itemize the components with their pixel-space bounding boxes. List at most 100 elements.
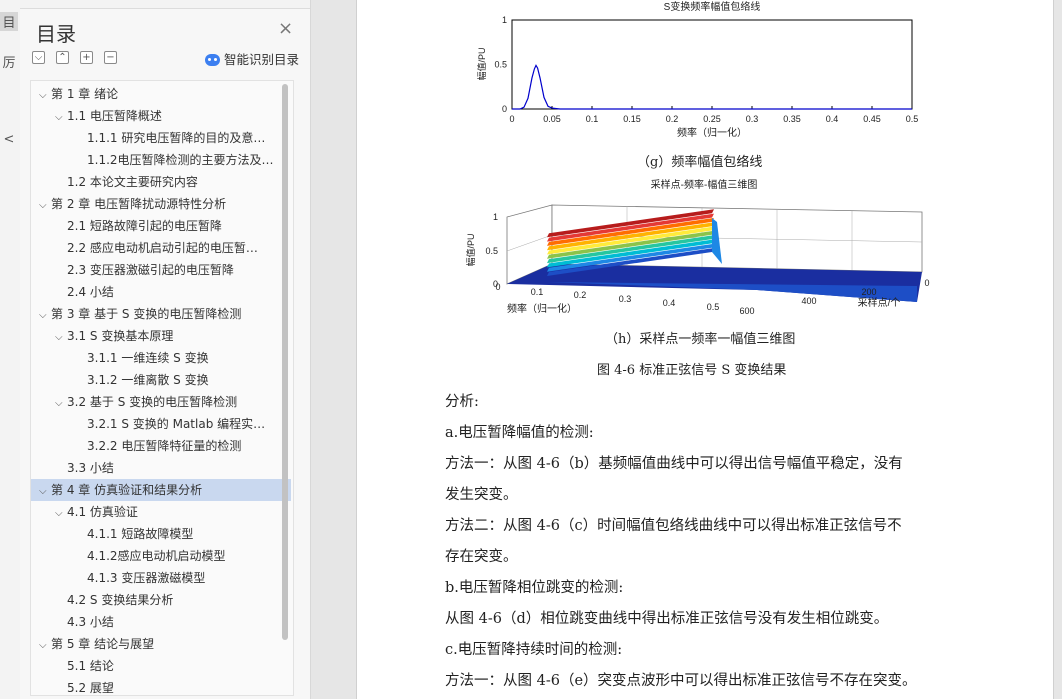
toc-item[interactable]: ⌵ 第 1 章 绪论 (31, 83, 291, 105)
toc-item[interactable]: 4.3 小结 (31, 611, 293, 633)
para-duration: 方法一：从图 4-6（e）突变点波形中可以得出标准正弦信号不存在突变。 (445, 673, 917, 689)
chart-g-xtick-label: 0.35 (783, 114, 801, 124)
chart-h-xtick-label: 0 (495, 282, 500, 292)
ai-robot-icon (205, 54, 220, 66)
chevron-down-icon[interactable]: ⌵ (55, 107, 67, 127)
toc-item-label: 第 3 章 基于 S 变换的电压暂降检测 (51, 307, 242, 321)
chart-h-title: 采样点-频率-幅值三维图 (651, 178, 758, 191)
smart-toc-label: 智能识别目录 (224, 52, 300, 67)
toc-item[interactable]: ⌵ 第 3 章 基于 S 变换的电压暂降检测 (31, 303, 291, 325)
page-gutter (311, 0, 356, 699)
toc-item[interactable]: 4.2 S 变换结果分析 (31, 589, 293, 611)
toc-top-strip (20, 0, 310, 9)
caption-g: （g）频率幅值包络线 (637, 155, 763, 170)
toc-item-label: 3.1.2 一维离散 S 变换 (87, 373, 209, 387)
toc-item[interactable]: ⌵ 3.2 基于 S 变换的电压暂降检测 (31, 391, 293, 413)
chart-g-ylabel: 幅值/PU (476, 47, 487, 80)
chart-g-xtick-label: 0.05 (543, 114, 561, 124)
toc-item[interactable]: ⌵ 第 2 章 电压暂降扰动源特性分析 (31, 193, 291, 215)
frequency-envelope-chart: S变换频率幅值包络线 0 0.05 0.1 0.15 0.2 0.25 0.3 0.35 0.4… (476, 0, 918, 139)
toc-item-label: 4.3 小结 (67, 615, 114, 629)
rail-item-2[interactable]: 厉 (0, 52, 18, 71)
toc-item-label: 4.2 S 变换结果分析 (67, 593, 174, 607)
chart-h-zlabel: 幅值/PU (465, 233, 476, 266)
document-page: S变换频率幅值包络线 0 0.05 0.1 0.15 0.2 0.25 0.3 0.35 0.4… (356, 0, 1054, 699)
para-analysis: 分析: (445, 394, 479, 410)
chevron-down-icon[interactable]: ⌵ (39, 195, 51, 215)
toc-item[interactable]: 3.1.2 一维离散 S 变换 (31, 369, 293, 391)
chevron-down-icon[interactable]: ⌵ (39, 635, 51, 655)
toc-item[interactable]: 1.1.2电压暂降检测的主要方法及… (31, 149, 293, 171)
chart-h-xtick-label: 0.4 (663, 298, 676, 308)
chevron-down-icon[interactable]: ⌵ (39, 85, 51, 105)
toc-item-label: 2.3 变压器激磁引起的电压暂降 (67, 263, 234, 277)
toc-item[interactable]: 2.2 感应电动机启动引起的电压暂… (31, 237, 293, 259)
toc-item[interactable]: ⌵ 4.1 仿真验证 (31, 501, 293, 523)
collapse-all-icon[interactable]: ⌵ (32, 51, 45, 64)
toc-item[interactable]: 3.2.1 S 变换的 Matlab 编程实… (31, 413, 293, 435)
chart-h-ytick-label: 0 (924, 278, 929, 288)
toc-item[interactable]: 2.4 小结 (31, 281, 293, 303)
toc-item-label: 1.1.1 研究电压暂降的目的及意… (87, 131, 266, 145)
chart-g-xtick-label: 0.3 (746, 114, 759, 124)
smart-toc-button[interactable]: 智能识别目录 (205, 49, 299, 68)
toc-item[interactable]: 3.2.2 电压暂降特征量的检测 (31, 435, 293, 457)
toc-item-label: 4.1.3 变压器激磁模型 (87, 571, 206, 585)
rail-item-toc[interactable]: 目 (0, 12, 18, 31)
toc-item[interactable]: 1.1.1 研究电压暂降的目的及意… (31, 127, 293, 149)
chart-g-xtick-label: 0 (509, 114, 514, 124)
rail-item-3[interactable]: < (0, 132, 18, 147)
toc-item[interactable]: ⌵ 3.1 S 变换基本原理 (31, 325, 293, 347)
toc-title: 目录 (36, 22, 76, 46)
toc-item[interactable]: 2.3 变压器激磁引起的电压暂降 (31, 259, 293, 281)
toc-item[interactable]: ⌵ 第 5 章 结论与展望 (31, 633, 291, 655)
toc-item[interactable]: 3.1.1 一维连续 S 变换 (31, 347, 293, 369)
chart-h-xtick-label: 0.1 (531, 287, 544, 297)
chart-g-xtick-label: 0.15 (623, 114, 641, 124)
toc-item[interactable]: 2.1 短路故障引起的电压暂降 (31, 215, 293, 237)
toc-item-label: 3.1 S 变换基本原理 (67, 329, 174, 343)
add-heading-icon[interactable]: + (80, 51, 93, 64)
toc-item[interactable]: ⌵ 1.1 电压暂降概述 (31, 105, 293, 127)
toc-item-label: 5.1 结论 (67, 659, 114, 673)
chart-g-ytick-label: 1 (502, 15, 507, 25)
para-c-heading: c.电压暂降持续时间的检测: (445, 642, 623, 658)
toc-item[interactable]: 4.1.1 短路故障模型 (31, 523, 293, 545)
toc-item-label: 3.2 基于 S 变换的电压暂降检测 (67, 395, 238, 409)
para-method2-cont: 存在突变。 (445, 549, 518, 565)
toc-item[interactable]: 4.1.2感应电动机启动模型 (31, 545, 293, 567)
toc-item[interactable]: 5.2 展望 (31, 677, 293, 695)
toc-item[interactable]: 1.2 本论文主要研究内容 (31, 171, 293, 193)
chart-g-title: S变换频率幅值包络线 (664, 0, 761, 13)
toc-item-label: 2.1 短路故障引起的电压暂降 (67, 219, 222, 233)
toc-item-label: 3.2.1 S 变换的 Matlab 编程实… (87, 417, 266, 431)
toc-item-label: 第 5 章 结论与展望 (51, 637, 155, 651)
toc-item-label: 4.1.1 短路故障模型 (87, 527, 194, 541)
remove-heading-icon[interactable]: − (104, 51, 117, 64)
toc-item-label: 1.1 电压暂降概述 (67, 109, 162, 123)
close-icon[interactable]: × (278, 18, 293, 39)
left-rail: 目 厉 < (0, 0, 21, 699)
toc-item-label: 第 4 章 仿真验证和结果分析 (51, 483, 203, 497)
chevron-down-icon[interactable]: ⌵ (39, 481, 51, 501)
chart-g-ytick-label: 0 (502, 104, 507, 114)
toc-item-label: 5.2 展望 (67, 681, 114, 695)
toc-item[interactable]: 3.3 小结 (31, 457, 293, 479)
chevron-down-icon[interactable]: ⌵ (55, 393, 67, 413)
chart-h-xtick-label: 0.3 (619, 294, 632, 304)
caption-h: （h）采样点一频率一幅值三维图 (605, 332, 796, 347)
chevron-down-icon[interactable]: ⌵ (39, 305, 51, 325)
para-method1-cont: 发生突变。 (445, 487, 518, 503)
expand-all-icon[interactable]: ⌃ (56, 51, 69, 64)
chart-g-xtick-label: 0.4 (826, 114, 839, 124)
para-phase: 从图 4-6（d）相位跳变曲线中得出标准正弦信号没有发生相位跳变。 (445, 611, 889, 627)
toc-item[interactable]: ⌵ 第 4 章 仿真验证和结果分析 (31, 479, 291, 501)
chevron-down-icon[interactable]: ⌵ (55, 503, 67, 523)
chevron-down-icon[interactable]: ⌵ (55, 327, 67, 347)
toc-item-label: 3.2.2 电压暂降特征量的检测 (87, 439, 242, 453)
chart-h-xtick-label: 0.2 (574, 290, 587, 300)
toc-item[interactable]: 5.1 结论 (31, 655, 293, 677)
toc-item-label: 2.4 小结 (67, 285, 114, 299)
toc-scrollbar[interactable] (282, 84, 288, 640)
toc-item[interactable]: 4.1.3 变压器激磁模型 (31, 567, 293, 589)
